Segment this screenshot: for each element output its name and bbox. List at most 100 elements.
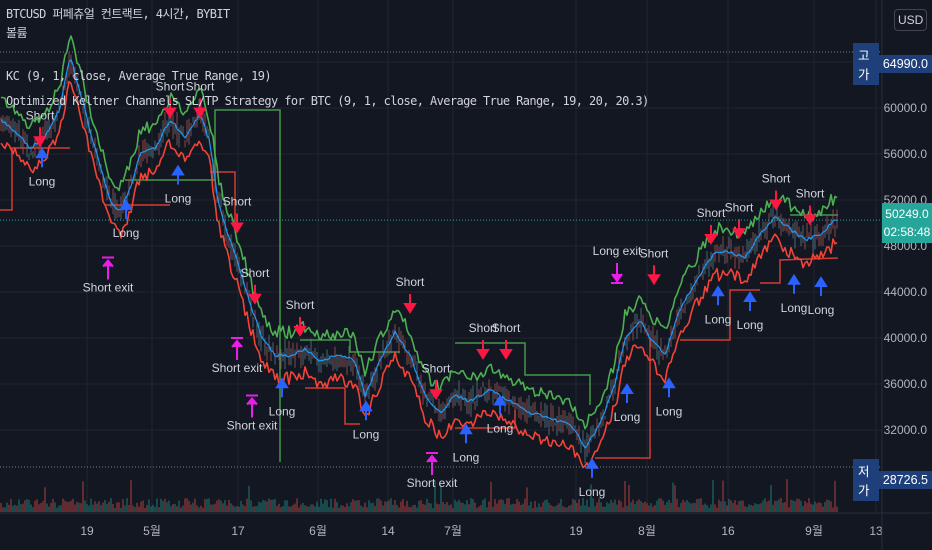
signal-long: Long <box>808 276 835 317</box>
volume-indicator-label[interactable]: 볼륨 <box>6 24 27 41</box>
last-price-value: 50249.0 <box>885 207 929 221</box>
signal-label: Long <box>29 174 56 188</box>
y-tick-label: 60000.0 <box>884 101 928 115</box>
bar-countdown: 02:58:48 <box>883 225 931 239</box>
signal-label: Short exit <box>83 281 134 295</box>
signal-short: Short <box>640 246 669 286</box>
signal-label: Long <box>269 404 296 418</box>
strategy-signals: ShortLongShortLongShortShortLongShort ex… <box>26 80 835 499</box>
signal-short: Short <box>697 206 726 245</box>
signal-short-exit: Short exit <box>83 256 134 295</box>
x-tick-label: 9월 <box>805 524 823 538</box>
x-tick-label: 16 <box>721 524 735 538</box>
strategy-label[interactable]: Optimized Keltner Channels SL/TP Strateg… <box>6 94 649 108</box>
signal-short: Short <box>396 275 425 314</box>
signal-label: Short <box>286 298 315 312</box>
signal-label: Long <box>781 301 808 315</box>
y-tick-label: 44000.0 <box>884 285 928 299</box>
signal-long: Long <box>656 377 682 418</box>
exit-arrow-icon <box>246 394 258 418</box>
basis-line <box>0 59 838 449</box>
x-tick-label: 6월 <box>309 524 327 538</box>
signal-label: Short <box>223 195 252 209</box>
x-tick-label: 7월 <box>444 524 462 538</box>
long-arrow-icon <box>171 164 185 185</box>
currency-button[interactable]: USD <box>894 9 928 31</box>
signal-label: Short <box>241 266 270 280</box>
signal-short: Short <box>422 361 451 401</box>
y-tick-label: 36000.0 <box>884 377 928 391</box>
signal-label: Short <box>26 108 55 122</box>
last-price-tag: 50249.0 02:58:48 <box>882 203 932 243</box>
high-price-tag: 고가 64990.0 <box>853 43 932 85</box>
signal-long: Long <box>269 377 296 418</box>
signal-short: Short <box>796 186 825 226</box>
x-tick-label: 19 <box>569 524 583 538</box>
signal-label: Long <box>353 427 380 441</box>
short-arrow-icon <box>293 317 307 337</box>
long-arrow-icon <box>711 285 725 306</box>
signal-short: Short <box>492 321 521 360</box>
signal-label: Short <box>422 361 451 375</box>
signal-short: Short <box>241 266 270 305</box>
signal-label: Short <box>396 275 425 289</box>
y-tick-label: 32000.0 <box>884 423 928 437</box>
signal-long: Long <box>453 423 480 464</box>
signal-label: Short exit <box>407 476 458 490</box>
signal-long-exit: Long exit <box>593 244 642 284</box>
long-arrow-icon <box>585 457 599 478</box>
signal-label: Short <box>697 206 726 220</box>
low-label: 저가 <box>853 459 879 501</box>
strategy-level-line <box>760 257 839 284</box>
signal-label: Short exit <box>227 419 278 433</box>
short-arrow-icon <box>732 219 746 240</box>
y-tick-label: 56000.0 <box>884 147 928 161</box>
long-arrow-icon <box>814 276 828 297</box>
signal-label: Long <box>614 410 641 424</box>
signal-label: Long <box>453 450 480 464</box>
strategy-level-line <box>125 109 281 462</box>
strategy-level-line <box>305 387 360 425</box>
signal-label: Short <box>640 246 669 260</box>
high-value: 64990.0 <box>878 55 932 73</box>
signal-label: Long exit <box>593 244 642 258</box>
exit-arrow-icon <box>102 256 114 280</box>
exit-arrow-icon <box>231 337 243 360</box>
strategy-level-line <box>455 342 591 405</box>
low-price-tag: 저가 28726.5 <box>853 459 932 501</box>
y-tick-label: 40000.0 <box>884 331 928 345</box>
high-label: 고가 <box>853 43 879 85</box>
signal-label: Short <box>796 186 825 200</box>
exit-arrow-icon <box>611 263 623 284</box>
x-tick-label: 13 <box>869 524 883 538</box>
signal-label: Long <box>808 303 835 317</box>
x-tick-label: 8월 <box>638 524 656 538</box>
signal-label: Short <box>492 321 521 335</box>
signal-long: Long <box>781 273 808 315</box>
x-tick-label: 14 <box>381 524 395 538</box>
long-arrow-icon <box>359 400 373 421</box>
signal-label: Long <box>737 318 764 332</box>
symbol-title[interactable]: BTCUSD 퍼페츄얼 컨트랙트, 4시간, BYBIT <box>6 5 230 22</box>
long-arrow-icon <box>787 273 801 294</box>
long-arrow-icon <box>620 383 634 403</box>
kc-indicator-label[interactable]: KC (9, 1, close, Average True Range, 19) <box>6 69 272 83</box>
low-value: 28726.5 <box>878 471 932 489</box>
signal-label: Short <box>725 200 754 214</box>
signal-long: Long <box>614 383 641 424</box>
signal-label: Short <box>762 172 791 186</box>
signal-label: Long <box>113 226 140 240</box>
exit-arrow-icon <box>426 452 438 475</box>
signal-long: Long <box>165 164 191 206</box>
x-tick-label: 5월 <box>143 524 161 538</box>
signal-long: Long <box>737 291 764 332</box>
signal-label: Long <box>487 422 514 436</box>
long-arrow-icon <box>743 291 757 311</box>
x-tick-label: 17 <box>231 524 245 538</box>
signal-long: Long <box>705 285 732 326</box>
signal-label: Long <box>705 312 732 326</box>
signal-label: Short exit <box>212 361 263 375</box>
short-arrow-icon <box>403 294 417 314</box>
short-arrow-icon <box>230 213 244 234</box>
signal-label: Long <box>579 485 606 499</box>
